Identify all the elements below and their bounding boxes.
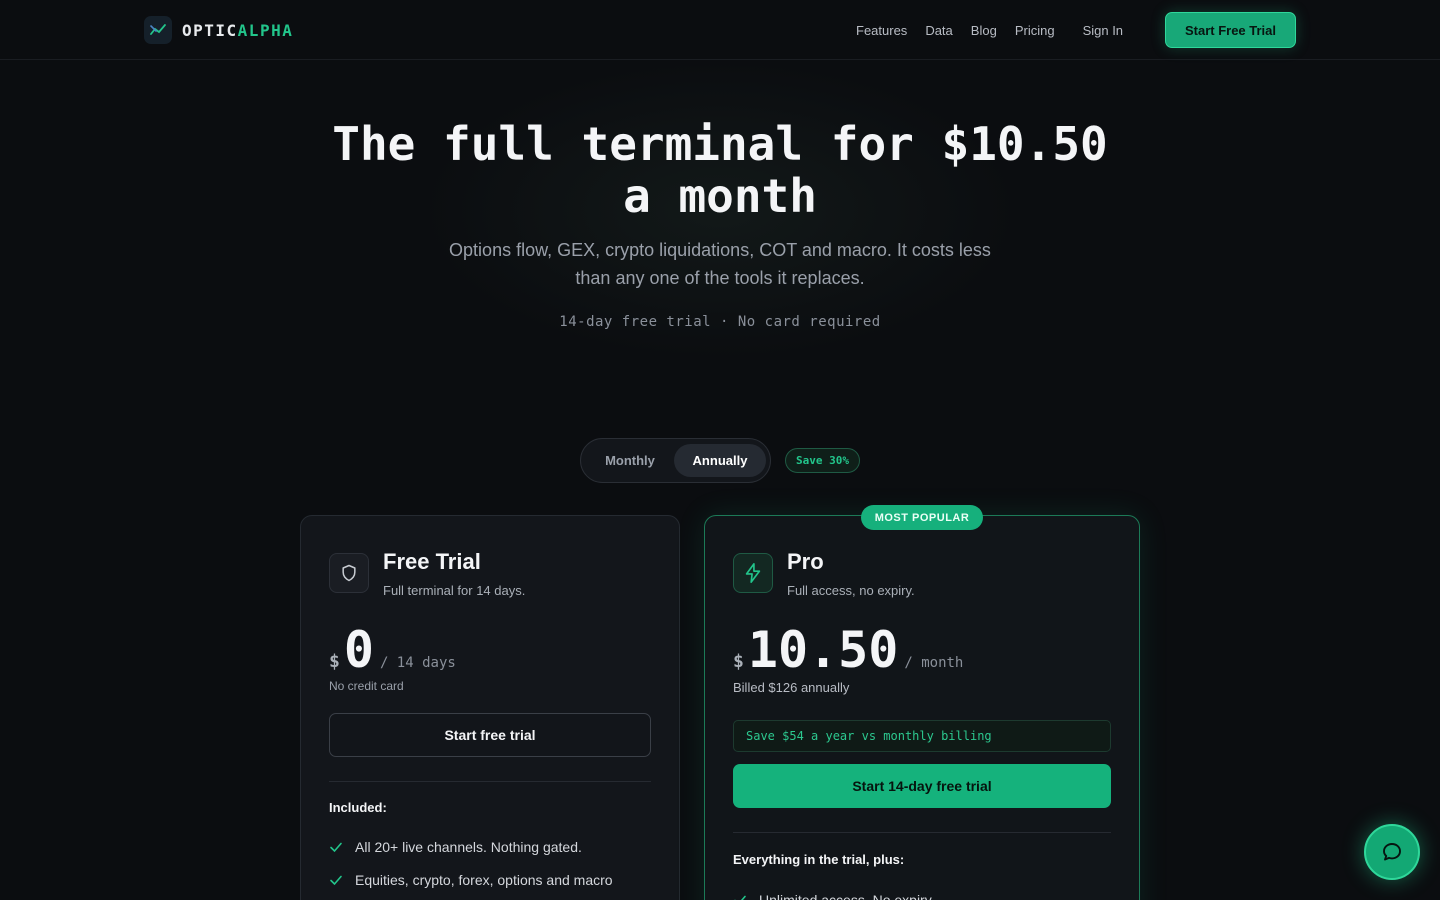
brand-name: OPTICALPHA: [182, 21, 293, 40]
price-amount: 10.50: [747, 621, 899, 679]
features-heading: Included:: [329, 800, 387, 815]
nav-link-pricing[interactable]: Pricing: [1015, 23, 1055, 38]
top-navbar: OPTICALPHA Features Data Blog Pricing Si…: [0, 0, 1440, 60]
start-free-trial-card-button[interactable]: Start free trial: [329, 713, 651, 757]
start-free-trial-button[interactable]: Start Free Trial: [1165, 12, 1296, 48]
brand-name-part1: OPTIC: [182, 20, 238, 40]
hero-trial-note: 14-day free trial · No card required: [559, 314, 881, 330]
plan-card-free-trial: Free Trial Full terminal for 14 days. $ …: [300, 515, 680, 900]
nav-link-blog[interactable]: Blog: [971, 23, 997, 38]
chart-logo-icon: [144, 16, 172, 44]
price-period: / month: [904, 655, 964, 671]
toggle-monthly[interactable]: Monthly: [587, 444, 673, 477]
nav-link-features[interactable]: Features: [856, 23, 907, 38]
feature-text: Equities, crypto, forex, options and mac…: [355, 871, 613, 888]
price: $ 0 / 14 days: [329, 622, 456, 678]
divider: [733, 832, 1111, 833]
feature-text: All 20+ live channels. Nothing gated.: [355, 838, 582, 855]
chat-bubble-icon: [1380, 840, 1404, 864]
check-icon: [329, 840, 343, 854]
check-icon: [733, 893, 747, 900]
billing-note: Billed $126 annually: [733, 680, 850, 695]
shield-icon: [329, 553, 369, 593]
divider: [329, 781, 651, 782]
brand-logo[interactable]: OPTICALPHA: [144, 16, 293, 44]
price-amount: 0: [343, 621, 374, 679]
feature-list: Unlimited access. No expiry.: [733, 883, 935, 900]
save-badge: Save 30%: [785, 448, 860, 473]
price-currency: $: [733, 651, 744, 672]
feature-text: Unlimited access. No expiry.: [759, 891, 935, 900]
billing-toggle: Monthly Annually: [580, 438, 771, 483]
nav-link-data[interactable]: Data: [925, 23, 952, 38]
most-popular-badge: MOST POPULAR: [861, 505, 983, 530]
list-item: All 20+ live channels. Nothing gated.: [329, 830, 613, 863]
chat-button[interactable]: [1364, 824, 1420, 880]
check-icon: [329, 873, 343, 887]
toggle-annually[interactable]: Annually: [674, 444, 766, 477]
price: $ 10.50 / month: [733, 622, 963, 678]
feature-list: All 20+ live channels. Nothing gated. Eq…: [329, 830, 613, 896]
price-currency: $: [329, 651, 340, 672]
plan-description: Full terminal for 14 days.: [383, 583, 526, 598]
plan-card-pro: Pro Full access, no expiry. $ 10.50 / mo…: [704, 515, 1140, 900]
nav-links: Features Data Blog Pricing Sign In: [856, 0, 1123, 60]
sign-in-link[interactable]: Sign In: [1083, 23, 1123, 38]
hero-subtitle: Options flow, GEX, crypto liquidations, …: [449, 240, 991, 288]
list-item: Unlimited access. No expiry.: [733, 883, 935, 900]
price-period: / 14 days: [379, 655, 456, 671]
features-heading: Everything in the trial, plus:: [733, 852, 905, 867]
list-item: Equities, crypto, forex, options and mac…: [329, 863, 613, 896]
hero-title: The full terminal for $10.50 a month: [332, 117, 1108, 223]
plan-description: Full access, no expiry.: [787, 583, 915, 598]
plan-name: Free Trial: [383, 549, 481, 574]
price-note: No credit card: [329, 679, 404, 693]
savings-note: Save $54 a year vs monthly billing: [733, 720, 1111, 752]
lightning-icon: [733, 553, 773, 593]
brand-name-part2: ALPHA: [237, 20, 294, 40]
start-14-day-trial-button[interactable]: Start 14-day free trial: [733, 764, 1111, 808]
plan-name: Pro: [787, 549, 824, 574]
